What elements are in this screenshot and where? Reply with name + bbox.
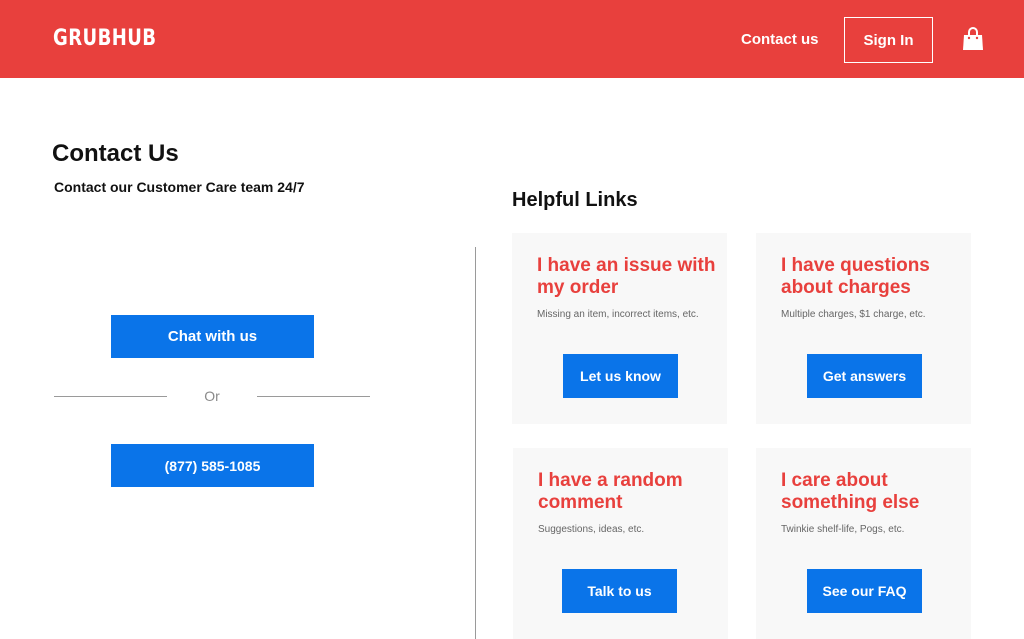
card-heading: I have questions about charges <box>781 255 930 298</box>
help-card-charges: I have questions about charges Multiple … <box>756 233 971 424</box>
see-our-faq-button[interactable]: See our FAQ <box>807 569 922 613</box>
contact-us-link[interactable]: Contact us <box>741 31 819 49</box>
card-heading: I have a random comment <box>538 470 683 513</box>
helpful-links-title: Helpful Links <box>512 189 638 211</box>
or-divider-right <box>257 396 370 397</box>
top-header: GRUBHUB Contact us Sign In <box>0 0 1024 78</box>
page-title: Contact Us <box>52 140 179 167</box>
card-heading: I have an issue with my order <box>537 255 716 298</box>
sign-in-button[interactable]: Sign In <box>844 17 933 63</box>
help-card-random-comment: I have a random comment Suggestions, ide… <box>513 448 728 639</box>
let-us-know-button[interactable]: Let us know <box>563 354 678 398</box>
phone-number-button[interactable]: (877) 585-1085 <box>111 444 314 487</box>
grubhub-logo[interactable]: GRUBHUB <box>53 26 156 52</box>
or-label: Or <box>204 388 220 404</box>
get-answers-button[interactable]: Get answers <box>807 354 922 398</box>
talk-to-us-button[interactable]: Talk to us <box>562 569 677 613</box>
page-subtitle: Contact our Customer Care team 24/7 <box>54 179 305 195</box>
shopping-bag-icon[interactable] <box>962 27 984 51</box>
help-card-something-else: I care about something else Twinkie shel… <box>756 448 971 639</box>
card-description: Multiple charges, $1 charge, etc. <box>781 309 926 320</box>
column-divider <box>475 247 476 639</box>
card-description: Missing an item, incorrect items, etc. <box>537 309 699 320</box>
card-heading: I care about something else <box>781 470 920 513</box>
help-card-order-issue: I have an issue with my order Missing an… <box>512 233 727 424</box>
contact-page: GRUBHUB Contact us Sign In Contact Us Co… <box>0 0 1024 639</box>
card-description: Suggestions, ideas, etc. <box>538 524 645 535</box>
or-divider-left <box>54 396 167 397</box>
card-description: Twinkie shelf-life, Pogs, etc. <box>781 524 905 535</box>
chat-with-us-button[interactable]: Chat with us <box>111 315 314 358</box>
